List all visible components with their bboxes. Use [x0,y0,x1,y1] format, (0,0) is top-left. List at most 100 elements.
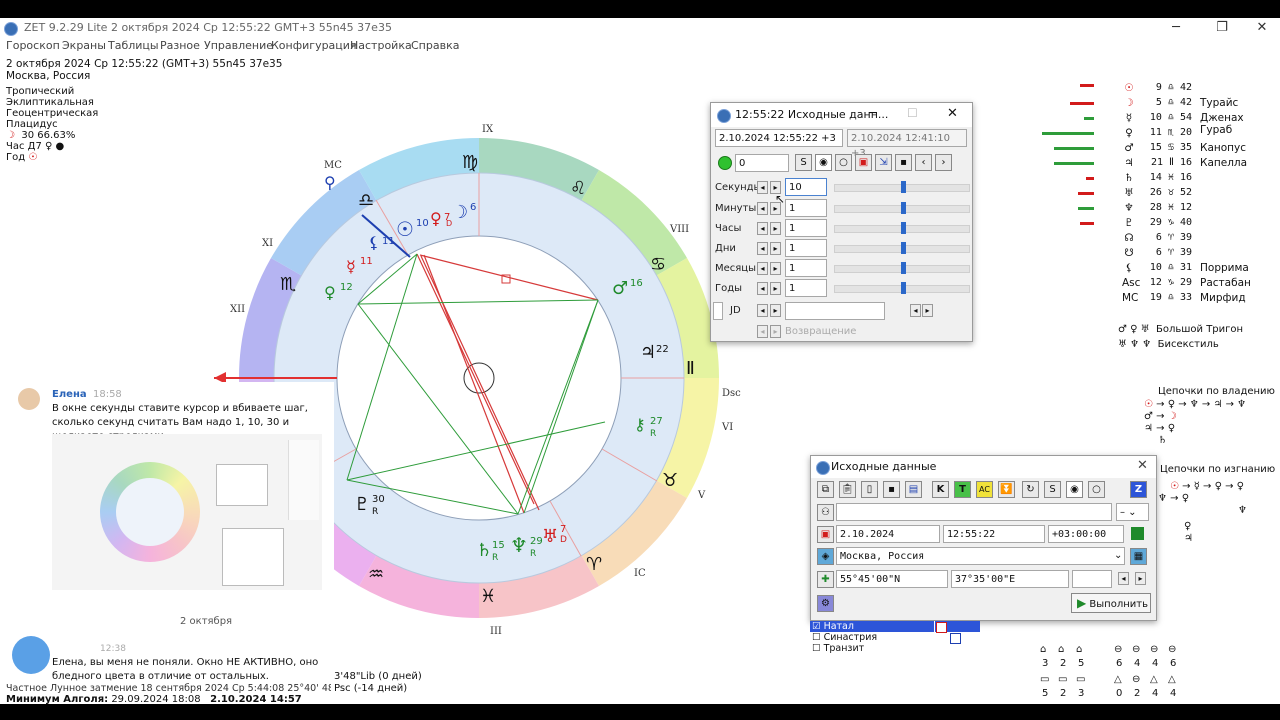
calendar-icon[interactable]: ▣ [855,154,872,171]
menu-control[interactable]: Управление [204,39,273,52]
filter-icon[interactable]: ⏬ [998,481,1015,498]
months-increment[interactable]: ▸ [770,262,781,275]
sun-icon: ☉ [28,152,38,163]
chat-image-thumbnail[interactable] [52,434,322,590]
time-input[interactable]: 12:55:22 [943,525,1045,543]
circle-icon[interactable]: ○ [1088,481,1105,498]
circle-icon[interactable]: ○ [835,154,852,171]
save-icon[interactable]: ▪ [883,481,900,498]
menu-tables[interactable]: Таблицы [108,39,159,52]
maximize-icon[interactable]: ❐ [1212,20,1232,35]
latitude-input[interactable]: 55°45'00"N [836,570,948,588]
search-icon[interactable]: ⚲ [324,173,336,192]
tz-status-icon[interactable] [1131,527,1144,540]
months-slider[interactable] [834,262,970,274]
link-small-icon[interactable] [950,633,961,644]
avatar[interactable] [12,636,50,674]
return-increment[interactable]: ▸ [770,325,781,338]
s-icon[interactable]: S [1044,481,1061,498]
avatar[interactable] [18,388,40,410]
rotate-icon[interactable]: ↻ [1022,481,1039,498]
k-icon[interactable]: K [932,481,949,498]
gender-select[interactable]: – ⌄ [1116,503,1149,521]
jd2-increment[interactable]: ▸ [922,304,933,317]
step-counter-field[interactable]: 0 [735,154,789,172]
months-decrement[interactable]: ◂ [757,262,768,275]
mode-natal[interactable]: ☑ Натал [810,621,934,632]
days-increment[interactable]: ▸ [770,242,781,255]
map-icon[interactable]: ▦ [1130,548,1147,565]
calendar-small-icon[interactable] [936,622,947,633]
jd-toggle[interactable] [713,302,723,320]
alt-increment[interactable]: ▸ [1135,572,1146,585]
jd-increment[interactable]: ▸ [770,304,781,317]
menu-horoscope[interactable]: Гороскоп [6,39,60,52]
table-icon[interactable]: ▤ [905,481,922,498]
years-slider[interactable] [834,282,970,294]
date-input[interactable]: 2.10.2024 [836,525,940,543]
step-back-icon[interactable]: ‹ [915,154,932,171]
maximize-icon[interactable]: ☐ [907,106,918,120]
mode-transit[interactable]: ☐ Транзит [810,643,980,654]
jd-decrement[interactable]: ◂ [757,304,768,317]
minutes-decrement[interactable]: ◂ [757,202,768,215]
close-icon[interactable]: ✕ [1252,20,1272,35]
circle-dot-icon[interactable]: ◉ [1066,481,1083,498]
name-input[interactable] [836,503,1112,521]
alt-decrement[interactable]: ◂ [1118,572,1129,585]
hours-step-input[interactable]: 1 [785,219,827,237]
globe-icon[interactable]: ◈ [817,548,834,565]
z-icon[interactable]: Z [1130,481,1147,498]
export-icon[interactable]: ⇲ [875,154,892,171]
place-input[interactable]: Москва, Россия [836,547,1125,565]
hours-slider[interactable] [834,222,970,234]
years-increment[interactable]: ▸ [770,282,781,295]
coords-icon[interactable]: ✚ [817,571,834,588]
menu-help[interactable]: Справка [411,39,459,52]
save-icon[interactable]: ▪ [895,154,912,171]
run-button[interactable]: ▶ Выполнить [1071,593,1151,613]
jd2-decrement[interactable]: ◂ [910,304,921,317]
chevron-down-icon[interactable]: ⌄ [1114,550,1122,561]
close-icon[interactable]: ✕ [1137,458,1148,473]
menu-misc[interactable]: Разное [160,39,200,52]
hours-increment[interactable]: ▸ [770,222,781,235]
menu-settings[interactable]: Настройка [350,39,412,52]
circle-dot-icon[interactable]: ◉ [815,154,832,171]
menu-screens[interactable]: Экраны [62,39,106,52]
return-decrement[interactable]: ◂ [757,325,768,338]
new-file-icon[interactable]: ▯ [861,481,878,498]
person-icon[interactable]: ⚇ [817,504,834,521]
years-step-input[interactable]: 1 [785,279,827,297]
longitude-input[interactable]: 37°35'00"E [951,570,1069,588]
days-slider[interactable] [834,242,970,254]
t-icon[interactable]: T [954,481,971,498]
minimize-icon[interactable]: ─ [1166,20,1186,35]
settings-icon[interactable]: ⚙ [817,595,834,612]
seconds-decrement[interactable]: ◂ [757,181,768,194]
close-icon[interactable]: ✕ [947,106,958,121]
timezone-input[interactable]: +03:00:00 [1048,525,1124,543]
days-decrement[interactable]: ◂ [757,242,768,255]
ac-icon[interactable]: AC [976,481,993,498]
minutes-slider[interactable] [834,202,970,214]
retrograde-icon[interactable]: S [795,154,812,171]
reference-datetime-field[interactable]: 2.10.2024 12:41:10 +3 [847,129,967,159]
seconds-step-input[interactable]: 10 [785,178,827,196]
menu-configuration[interactable]: Конфигурация [271,39,357,52]
step-forward-icon[interactable]: › [935,154,952,171]
years-decrement[interactable]: ◂ [757,282,768,295]
minimize-icon[interactable]: ─ [869,106,877,121]
months-step-input[interactable]: 1 [785,259,827,277]
paste-icon[interactable]: 📋︎ [839,481,856,498]
hours-decrement[interactable]: ◂ [757,222,768,235]
days-step-input[interactable]: 1 [785,239,827,257]
jd-input[interactable] [785,302,885,320]
status-green-icon[interactable] [718,156,732,170]
copy-icon[interactable]: ⧉ [817,481,834,498]
minutes-step-input[interactable]: 1 [785,199,827,217]
current-datetime-field[interactable]: 2.10.2024 12:55:22 +3 [715,129,843,147]
calendar-icon[interactable]: ▣ [817,526,834,543]
altitude-input[interactable] [1072,570,1112,588]
seconds-slider[interactable] [834,181,970,193]
